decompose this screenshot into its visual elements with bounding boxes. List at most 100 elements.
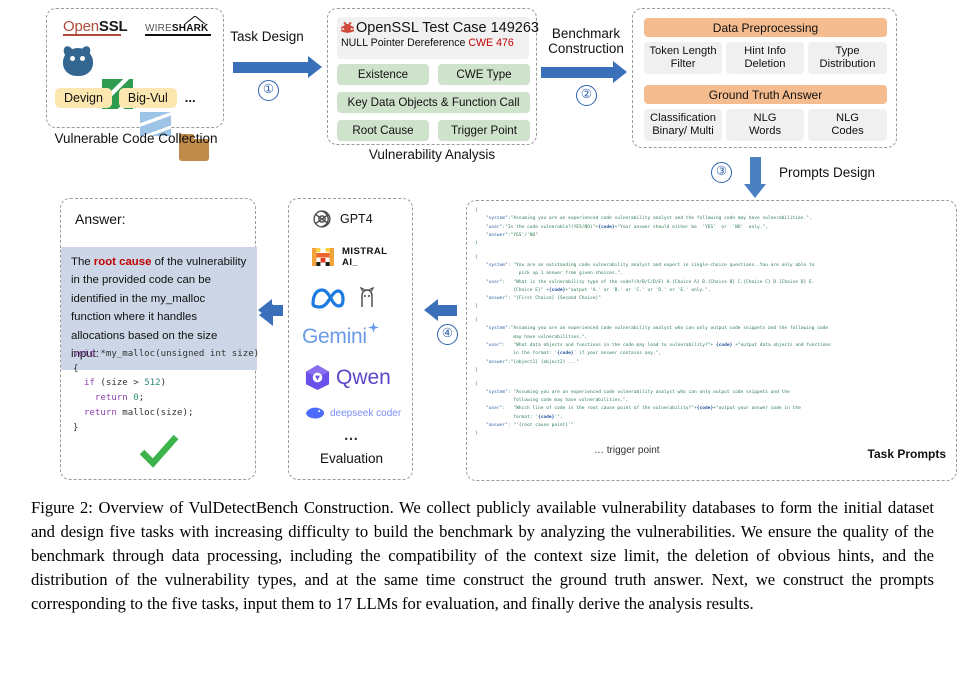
code-token: void <box>73 349 95 359</box>
task-prompts-box: { "system":"Assuming you are an experien… <box>466 200 957 481</box>
dataset-pill-devign[interactable]: Devign <box>55 87 112 109</box>
prompt-line: "system": "Assuming you are an experienc… <box>485 389 790 395</box>
step-number-2: ② <box>576 85 597 106</box>
llama-icon <box>359 287 375 307</box>
answer-title: Answer: <box>75 211 126 227</box>
task-button-cwe-type[interactable]: CWE Type <box>438 64 530 85</box>
testcase-title-line: OpenSSL Test Case 149263 <box>340 20 539 36</box>
evaluation-caption: Evaluation <box>319 451 384 466</box>
collection-caption: Vulnerable Code Collection <box>54 131 218 146</box>
gt-cell-line1: NLG <box>835 111 859 124</box>
testcase-cwe-id: CWE 476 <box>468 37 514 49</box>
prompt-line: { <box>475 254 478 260</box>
openssl-logo-open: Open <box>63 18 99 35</box>
dataset-pills: Devign Big-Vul ... <box>55 85 217 111</box>
model-row-qwen: Qwen <box>304 364 391 391</box>
code-token: (size > <box>94 378 145 389</box>
wireshark-logo-underline <box>145 34 211 36</box>
arrow-prompts-design <box>744 157 766 198</box>
model-row-gemini: Gemini <box>302 322 379 349</box>
model-label-deepseek: deepseek coder <box>330 407 402 419</box>
openai-icon <box>313 210 331 228</box>
arrow2-label-line1: Benchmark <box>551 26 621 41</box>
prompt-line: "answer":"YES'/'NO" <box>485 232 538 238</box>
task-button-key-data-objects[interactable]: Key Data Objects & Function Call <box>337 92 530 113</box>
prompt-line: { <box>475 208 478 213</box>
dataset-pill-bigvul[interactable]: Big-Vul <box>118 87 177 109</box>
check-mark-icon <box>139 434 179 468</box>
model-row-gpt4: GPT4 <box>311 208 373 230</box>
trigger-point-note: … trigger point <box>594 445 660 456</box>
prompt-block: { "system": "You are an outstanding code… <box>475 254 951 312</box>
prompt-line: { <box>475 381 478 387</box>
ground-truth-nlg-codes: NLG Codes <box>808 109 887 141</box>
prompt-line: "answer": "{First Choice} {Second Choice… <box>485 296 601 302</box>
code-token: if <box>83 378 95 389</box>
prompt-line: pick up 1 answer from given choices.", <box>475 271 623 277</box>
answer-highlight: root cause <box>93 256 152 268</box>
prompt-line: "system":"Assuming you are an experience… <box>485 216 812 222</box>
task-button-trigger-point[interactable]: Trigger Point <box>438 120 530 141</box>
testcase-cwe-name: NULL Pointer Dereference <box>341 37 466 49</box>
task-button-existence[interactable]: Existence <box>337 64 429 85</box>
models-ellipsis: … <box>343 427 360 444</box>
source-logos-row: OpenSSL WIRESHARK <box>57 16 215 44</box>
prompt-line: { <box>475 318 478 324</box>
prompt-line: "answer": "'{root cause point}'" <box>485 422 574 428</box>
qwen-icon <box>305 364 330 391</box>
answer-text-before: The <box>71 256 94 268</box>
data-preprocessing-title: Data Preprocessing <box>644 18 887 37</box>
gt-cell-line2: Codes <box>831 125 864 137</box>
arrow1-label: Task Design <box>230 29 304 44</box>
figure-root: OpenSSL WIRESHARK Devign Big-Vul ... Vul… <box>0 0 965 673</box>
preprocess-type-distribution: Type Distribution <box>808 42 887 74</box>
model-label-mistral: MISTRAL AI_ <box>342 246 387 269</box>
prompt-line: in the format: '{code}' if your answer c… <box>475 351 662 357</box>
prompt-line: "answer":"{object1} {object2} ..." <box>485 359 580 365</box>
meta-icon <box>311 288 345 309</box>
prompt-line: "user": "Which line of code is the root … <box>485 406 801 412</box>
arrow-benchmark-construction <box>541 61 627 83</box>
step-number-1: ① <box>258 80 279 101</box>
deepseek-whale-icon <box>305 407 325 419</box>
prompt-line: "user": "What is the vulnerability type … <box>485 279 815 285</box>
arrow-prompts-to-models <box>424 299 457 321</box>
preprocess-cell-line1: Hint Info <box>744 44 786 57</box>
testcase-title: OpenSSL Test Case 149263 <box>356 20 539 36</box>
ground-truth-nlg-words: NLG Words <box>726 109 804 141</box>
task-button-root-cause[interactable]: Root Cause <box>337 120 429 141</box>
arrow2-label-line2: Construction <box>548 41 624 57</box>
preprocess-cell-line1: Token Length <box>649 44 717 57</box>
gt-cell-line2: Binary/ Multi <box>652 125 714 137</box>
answer-text-after: of the vulnerability in the provided cod… <box>71 256 247 361</box>
wireshark-logo: WIRESHARK <box>145 16 211 36</box>
code-token: return <box>83 407 117 418</box>
preprocess-cell-line2: Deletion <box>744 58 786 70</box>
ground-truth-title: Ground Truth Answer <box>644 85 887 104</box>
step-number-3: ③ <box>711 162 732 183</box>
arrow-models-to-answer-shaft <box>258 299 283 321</box>
prompt-line: {Choice E}" +{code}+"output 'A.' or 'B.'… <box>475 287 711 293</box>
prompt-line: } <box>475 241 478 247</box>
figure-caption: Figure 2: Overview of VulDetectBench Con… <box>31 498 934 613</box>
model-label-qwen: Qwen <box>336 365 391 389</box>
prompt-block: { "system":"Assuming you are an experien… <box>475 207 951 248</box>
model-label-mistral-line1: MISTRAL <box>342 246 388 257</box>
vulnerability-analysis-box: OpenSSL Test Case 149263 NULL Pointer De… <box>327 8 539 145</box>
step-number-4: ④ <box>437 324 458 345</box>
model-label-mistral-line2: AI_ <box>342 257 359 269</box>
evaluation-box: GPT4 MISTRAL AI_ Gemini Qwen deepseek co… <box>288 198 413 480</box>
vulnerable-code-collection-box: OpenSSL WIRESHARK Devign Big-Vul ... <box>46 8 224 161</box>
mistral-icon <box>312 248 334 267</box>
prompt-block: { "system":"Assuming you are an experien… <box>475 317 951 375</box>
openssl-logo: OpenSSL <box>63 18 128 36</box>
arrow3-label: Prompts Design <box>779 165 876 180</box>
model-row-meta-llama <box>311 287 377 309</box>
model-row-mistral: MISTRAL AI_ <box>311 246 387 269</box>
testcase-subtitle-line: NULL Pointer Dereference CWE 476 <box>341 37 525 49</box>
answer-code-block: void *my_malloc(unsigned int size) { if … <box>73 347 259 435</box>
model-label-gpt4: GPT4 <box>340 212 373 226</box>
preprocess-cell-line1: Type <box>835 44 860 57</box>
model-row-deepseek: deepseek coder <box>305 405 401 421</box>
gt-cell-line1: NLG <box>753 111 777 124</box>
